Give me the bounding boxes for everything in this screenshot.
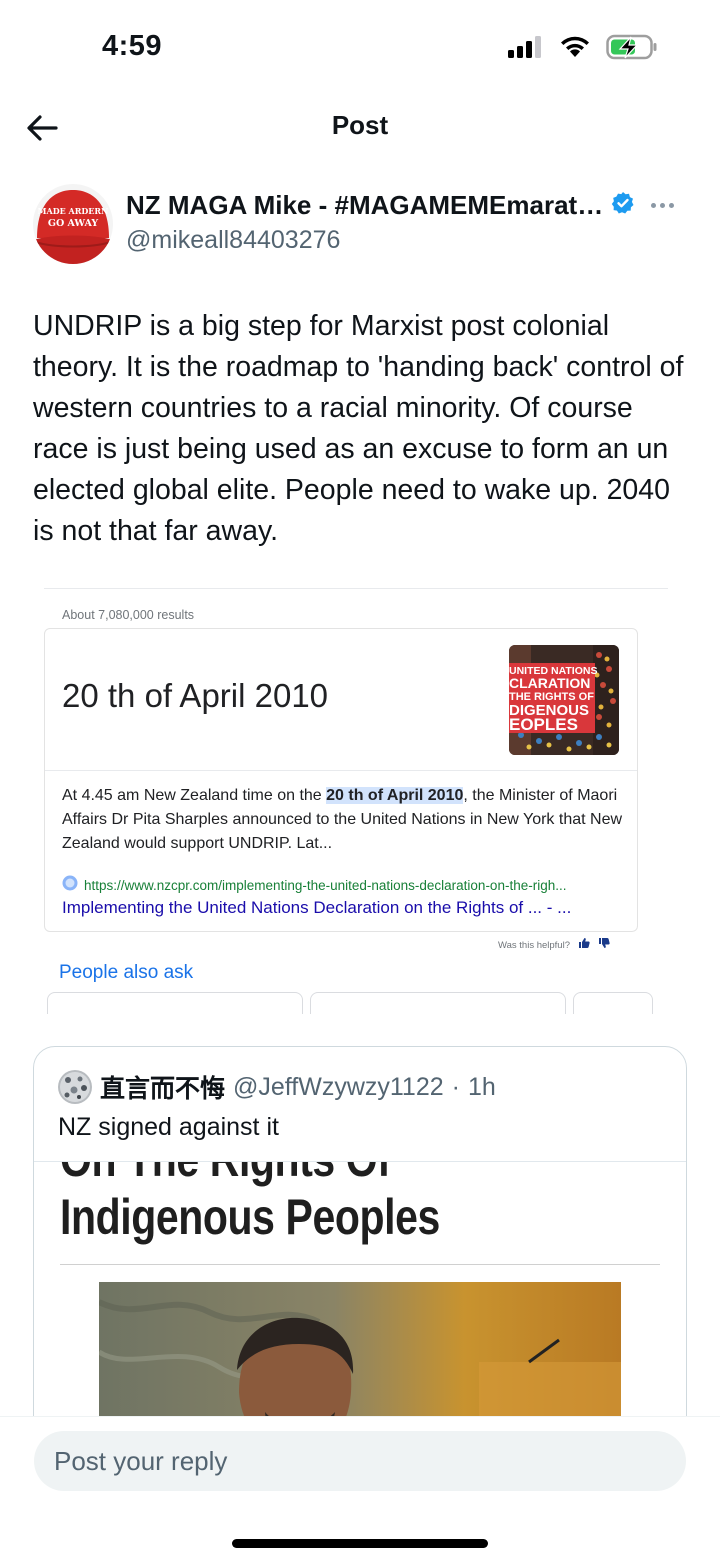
divider	[60, 1264, 660, 1265]
thumbs-up-icon	[578, 936, 590, 954]
paa-box	[47, 992, 303, 1014]
globe-icon	[62, 875, 78, 896]
dot	[669, 202, 674, 208]
snippet-url-row: https://www.nzcpr.com/implementing-the-u…	[62, 875, 566, 896]
post-header: Post	[0, 96, 720, 158]
paa-box	[310, 992, 566, 1014]
reply-bar: Post your reply	[0, 1416, 720, 1560]
paa-box	[573, 992, 653, 1014]
quoted-post[interactable]: 直言而不悔 @JeffWzywzy1122 · 1h NZ signed aga…	[33, 1046, 687, 1466]
featured-answer: 20 th of April 2010	[62, 677, 329, 714]
author-row: MADE ARDERN GO AWAY NZ MAGA Mike - #MAGA…	[33, 184, 693, 264]
media-headline: Indigenous Peoples	[60, 1189, 440, 1245]
author-name[interactable]: NZ MAGA Mike - #MAGAMEMEmarat…	[126, 190, 603, 221]
dot	[651, 202, 656, 208]
status-icons	[508, 34, 658, 65]
snippet-thumbnail: UNITED NATIONS CLARATION THE RIGHTS OF D…	[509, 645, 619, 755]
results-count: About 7,080,000 results	[62, 608, 195, 622]
featured-snippet-card: 20 th of April 2010 UNITED NATIONS CLARA…	[44, 628, 638, 932]
snippet-link-title: Implementing the United Nations Declarat…	[62, 898, 572, 917]
home-indicator	[232, 1539, 488, 1548]
divider	[45, 770, 637, 771]
page-title: Post	[331, 110, 389, 140]
quote-avatar	[58, 1070, 92, 1104]
svg-text:MADE ARDERN: MADE ARDERN	[38, 206, 109, 216]
snippet-body: At 4.45 am New Zealand time on the 20 th…	[62, 784, 628, 856]
avatar[interactable]: MADE ARDERN GO AWAY	[33, 184, 113, 264]
quote-text: NZ signed against it	[58, 1113, 279, 1141]
verified-badge-icon	[611, 191, 635, 220]
signal-icon	[508, 35, 544, 64]
snippet-highlight: 20 th of April 2010	[326, 787, 464, 804]
battery-charging-icon	[606, 34, 658, 65]
snippet-text: At 4.45 am New Zealand time on the	[62, 787, 327, 804]
author-handle[interactable]: @mikeall84403276	[126, 226, 340, 255]
reply-input[interactable]: Post your reply	[34, 1431, 686, 1491]
status-bar: 4:59	[0, 0, 720, 96]
quote-time: 1h	[467, 1072, 496, 1101]
svg-text:GO AWAY: GO AWAY	[48, 218, 99, 229]
quote-separator: ·	[451, 1072, 460, 1101]
author-name-row[interactable]: NZ MAGA Mike - #MAGAMEMEmarat…	[126, 190, 635, 221]
quote-author-name: 直言而不悔	[100, 1075, 226, 1103]
helpful-text: Was this helpful?	[498, 939, 570, 951]
quote-author-handle: @JeffWzywzy1122	[233, 1072, 444, 1101]
people-also-ask: People also ask	[59, 962, 194, 983]
status-time: 4:59	[102, 30, 163, 62]
thumbs-down-icon	[598, 936, 610, 954]
divider	[44, 588, 668, 589]
wifi-icon	[558, 35, 592, 64]
quote-header: 直言而不悔 @JeffWzywzy1122 · 1h	[58, 1069, 496, 1105]
svg-text:EOPLES: EOPLES	[509, 715, 578, 734]
post-text: UNDRIP is a big step for Marxist post co…	[33, 310, 684, 547]
media-headline-cut: On The Rights Of	[60, 1162, 391, 1188]
helpful-row: Was this helpful?	[498, 936, 610, 954]
snippet-url: https://www.nzcpr.com/implementing-the-u…	[84, 878, 567, 893]
more-options-button[interactable]	[651, 198, 679, 212]
dot	[660, 202, 665, 208]
post-image-search-screenshot[interactable]: About 7,080,000 results 20 th of April 2…	[44, 588, 670, 1014]
svg-text:CLARATION: CLARATION	[509, 675, 590, 691]
